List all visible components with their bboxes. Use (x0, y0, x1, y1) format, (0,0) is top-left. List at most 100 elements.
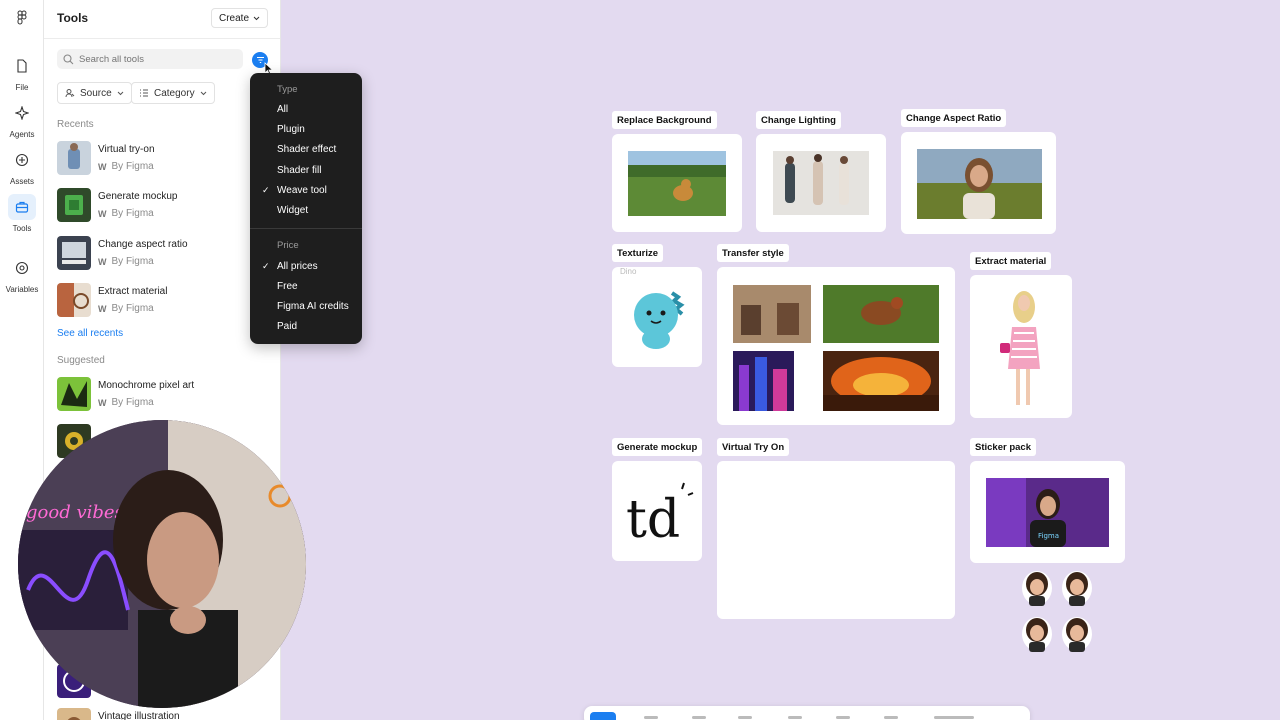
rooster-image (823, 285, 939, 343)
source-label: Source (80, 87, 112, 99)
tool-row[interactable]: Generate mockup W By Figma (57, 188, 267, 224)
chevron-down-icon (117, 91, 124, 95)
tool-thumbnail (57, 141, 91, 175)
rail-label: Agents (9, 130, 35, 139)
tool-name: Virtual try-on (98, 144, 155, 155)
weave-icon: W (98, 208, 107, 219)
source-filter[interactable]: Source (57, 82, 132, 104)
create-label: Create (218, 12, 249, 24)
menu-item-type[interactable]: Plugin (277, 124, 305, 135)
rail-item-file[interactable]: File (0, 53, 44, 92)
tool-row[interactable]: Virtual try-on W By Figma (57, 141, 267, 177)
card-generate-mockup[interactable]: td (612, 461, 702, 561)
tool-author: W By Figma (98, 397, 154, 408)
weave-icon: W (98, 161, 107, 172)
tool-name: Change aspect ratio (98, 239, 188, 250)
frame-tool-button[interactable] (644, 716, 658, 719)
price-heading: Price (277, 240, 299, 251)
move-tool-button[interactable] (590, 712, 616, 720)
sparkle-icon (15, 106, 29, 120)
menu-item-type[interactable]: Widget (277, 205, 308, 216)
actions-tool-button[interactable] (884, 716, 898, 719)
card-label-virtual-try-on[interactable]: Virtual Try On (717, 438, 790, 456)
file-icon (17, 59, 27, 73)
card-label-transfer-style[interactable]: Transfer style (717, 244, 789, 262)
check-icon: ✓ (262, 261, 270, 271)
dancers-image (773, 151, 869, 215)
menu-item-price[interactable]: Free (277, 281, 298, 292)
card-change-aspect-ratio[interactable] (901, 132, 1056, 234)
rail-item-assets[interactable]: Assets (0, 147, 44, 186)
card-extract-material[interactable] (970, 275, 1072, 418)
card-label-replace-background[interactable]: Replace Background (612, 111, 717, 129)
td-logo-image: td (626, 482, 694, 550)
recents-heading: Recents (57, 119, 94, 130)
shirt-text: Figma (1038, 532, 1059, 540)
search-input[interactable] (79, 53, 239, 65)
menu-item-price[interactable]: Paid (277, 321, 297, 332)
menu-item-type[interactable]: Shader fill (277, 165, 321, 176)
panel-title: Tools (57, 11, 89, 25)
rail-label: Assets (9, 177, 34, 186)
mode-toggle[interactable] (934, 716, 974, 719)
barber-chairs-image (733, 285, 811, 343)
check-icon: ✓ (262, 185, 270, 195)
source-icon (65, 89, 75, 98)
search-box[interactable] (57, 49, 243, 69)
shape-tool-button[interactable] (692, 716, 706, 719)
sticker (1022, 571, 1052, 606)
card-virtual-try-on[interactable] (717, 461, 955, 619)
doll-image (994, 287, 1050, 411)
rail-item-agents[interactable]: Agents (0, 100, 44, 139)
weave-icon: W (98, 303, 107, 314)
sticker (1062, 617, 1092, 652)
tool-thumbnail (57, 283, 91, 317)
bottom-toolbar (584, 706, 1030, 720)
tool-thumbnail (57, 236, 91, 270)
category-label: Category (154, 87, 195, 99)
chevron-down-icon (200, 91, 206, 95)
tool-row[interactable]: Extract material W By Figma (57, 283, 267, 319)
text-tool-button[interactable] (788, 716, 802, 719)
neon-city-image (733, 351, 794, 411)
create-button[interactable]: Create (210, 8, 268, 28)
card-sticker-pack[interactable]: Figma (970, 461, 1125, 563)
menu-item-type[interactable]: All (277, 104, 288, 115)
menu-item-type-selected[interactable]: Weave tool (277, 185, 327, 196)
card-texturize[interactable]: Dino (612, 267, 702, 367)
figma-logo-icon[interactable] (14, 10, 30, 26)
card-label-change-aspect-ratio[interactable]: Change Aspect Ratio (901, 109, 1007, 127)
rail-item-variables[interactable]: Variables (0, 255, 44, 294)
card-change-lighting[interactable] (756, 134, 886, 232)
tool-author: W By Figma (98, 256, 154, 267)
tool-author: W By Figma (98, 303, 154, 314)
card-replace-background[interactable] (612, 134, 742, 232)
tool-row[interactable]: Monochrome pixel art W By Figma (57, 377, 267, 413)
tool-row[interactable]: Change aspect ratio W By Figma (57, 236, 267, 272)
filter-dropdown-menu: Type All Plugin Shader effect Shader fil… (250, 73, 362, 344)
comment-tool-button[interactable] (836, 716, 850, 719)
burning-city-image (823, 351, 939, 411)
ghost-label: Dino (620, 267, 637, 276)
divider (44, 38, 280, 39)
pen-tool-button[interactable] (738, 716, 752, 719)
card-label-texturize[interactable]: Texturize (612, 244, 664, 262)
type-heading: Type (277, 84, 298, 95)
weave-icon: W (98, 256, 107, 267)
card-label-extract-material[interactable]: Extract material (970, 252, 1052, 270)
category-filter[interactable]: Category (131, 82, 215, 104)
menu-item-type[interactable]: Shader effect (277, 144, 336, 155)
rail-item-tools[interactable]: Tools (0, 194, 44, 233)
tool-author: W By Figma (98, 161, 154, 172)
card-label-generate-mockup[interactable]: Generate mockup (612, 438, 703, 456)
rail-label: File (15, 83, 29, 92)
card-label-change-lighting[interactable]: Change Lighting (756, 111, 841, 129)
tool-row[interactable]: Vintage illustration (57, 708, 267, 720)
woman-field-image (917, 149, 1042, 219)
card-label-sticker-pack[interactable]: Sticker pack (970, 438, 1036, 456)
menu-item-price-selected[interactable]: All prices (277, 261, 318, 272)
card-transfer-style[interactable] (717, 267, 955, 425)
see-all-recents-link[interactable]: See all recents (57, 328, 123, 339)
menu-item-price[interactable]: Figma AI credits (277, 301, 349, 312)
sticker-grid (1018, 570, 1098, 656)
